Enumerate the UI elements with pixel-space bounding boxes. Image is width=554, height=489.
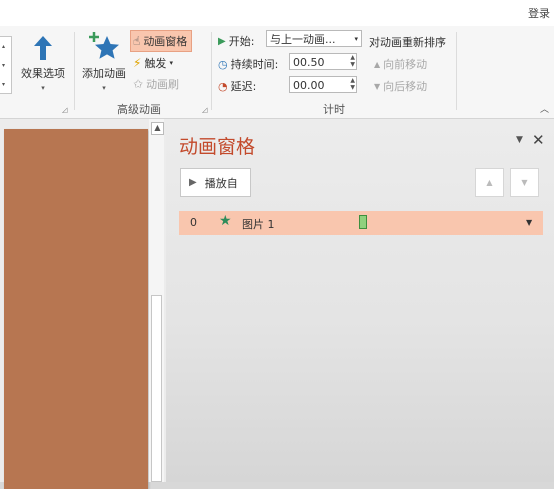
animation-list-item[interactable]: 0 ★ 图片 1 ▼ — [179, 211, 543, 235]
effect-options-button[interactable]: 效果选项 ▾ — [18, 32, 68, 96]
play-from-button[interactable]: ▶ 播放自 — [180, 168, 251, 197]
dialog-launcher-icon[interactable]: ◿ — [202, 106, 207, 114]
spin-arrows-icon[interactable]: ▲ ▼ — [350, 54, 355, 68]
start-dropdown[interactable]: 与上一动画... ▾ — [266, 30, 362, 47]
triangle-up-icon: ▲ — [374, 59, 381, 69]
duration-label: ◷ 持续时间: — [218, 57, 279, 72]
slide-thumbnail-pane: ▲ — [0, 119, 166, 489]
chevron-down-icon: ▾ — [354, 35, 358, 43]
effects-gallery-scroll[interactable]: ▴ ▾ ▾ — [0, 36, 12, 94]
title-bar: 登录 — [0, 0, 554, 26]
add-animation-label: 添加动画 — [82, 67, 126, 80]
triangle-down-icon: ▼ — [374, 81, 381, 91]
animation-painter-label: 动画刷 — [146, 78, 180, 91]
duration-value: 00.50 — [293, 56, 325, 69]
divider — [211, 32, 212, 110]
chevron-down-icon: ▾ — [41, 84, 45, 92]
dialog-launcher-icon[interactable]: ◿ — [62, 106, 67, 114]
move-down-button[interactable]: ▼ — [510, 168, 539, 197]
delay-value: 00.00 — [293, 79, 325, 92]
animation-pane-label: 动画窗格 — [143, 35, 188, 48]
chevron-down-icon[interactable]: ▼ — [526, 218, 532, 227]
animation-pane: 动画窗格 ▼ ✕ ▶ 播放自 ▲ ▼ 0 ★ 图片 1 ▼ — [166, 119, 554, 482]
delay-clock-icon: ◔ — [218, 79, 228, 93]
delay-label: ◔ 延迟: — [218, 79, 257, 94]
play-icon: ▶ — [189, 177, 197, 188]
timing-group-label: 计时 — [323, 103, 345, 116]
scroll-up-icon[interactable]: ▲ — [151, 122, 164, 135]
move-up-button[interactable]: ▲ — [475, 168, 504, 197]
entrance-star-icon: ★ — [219, 213, 232, 229]
slide-thumbnail[interactable] — [4, 129, 148, 489]
animation-pane-icon: ☝ — [133, 34, 141, 48]
effect-options-label: 效果选项 — [21, 67, 65, 80]
close-icon[interactable]: ✕ — [532, 131, 545, 149]
chevron-down-icon: ▾ — [169, 59, 173, 67]
scrollbar-thumb[interactable] — [151, 295, 162, 482]
play-from-label: 播放自 — [204, 176, 238, 190]
add-animation-button[interactable]: 添加动画 ▾ — [78, 30, 130, 96]
painter-icon: ✩ — [133, 77, 144, 91]
start-dropdown-value: 与上一动画... — [270, 33, 336, 46]
advanced-animation-group-label: 高级动画 — [117, 103, 161, 116]
vertical-scrollbar[interactable]: ▲ — [149, 119, 164, 482]
up-arrow-icon — [34, 36, 52, 60]
clock-icon: ◷ — [218, 57, 228, 71]
login-link[interactable]: 登录 — [528, 5, 550, 21]
animation-painter-button[interactable]: ✩ 动画刷 — [133, 76, 179, 92]
play-triangle-icon: ▶ — [218, 35, 226, 47]
lightning-icon: ⚡ — [133, 56, 142, 70]
spin-arrows-icon[interactable]: ▲ ▼ — [350, 77, 355, 91]
collapse-ribbon-icon[interactable]: ︿ — [540, 102, 549, 115]
animation-target-name: 图片 1 — [242, 218, 275, 231]
pane-title: 动画窗格 — [179, 136, 256, 158]
divider — [74, 32, 75, 110]
add-star-icon — [89, 32, 119, 59]
duration-stepper[interactable]: 00.50 ▲ ▼ — [289, 53, 357, 70]
chevron-down-icon: ▾ — [102, 84, 106, 92]
animations-ribbon: ▴ ▾ ▾ 效果选项 ▾ ◿ 添加动画 ▾ ☝ 动画窗格 ⚡ 触发 ▾ ✩ 动画刷 … — [0, 26, 554, 119]
reorder-title: 对动画重新排序 — [369, 36, 446, 49]
move-earlier-button[interactable]: ▲ 向前移动 — [374, 56, 427, 72]
animation-pane-button[interactable]: ☝ 动画窗格 — [130, 30, 193, 52]
start-label: ▶ 开始: — [218, 35, 255, 48]
trigger-label: 触发 — [144, 57, 167, 70]
timing-bar — [359, 215, 367, 229]
delay-stepper[interactable]: 00.00 ▲ ▼ — [289, 76, 357, 93]
animation-index: 0 — [190, 216, 197, 229]
pane-options-icon[interactable]: ▼ — [516, 135, 523, 145]
divider — [456, 32, 457, 110]
move-later-button[interactable]: ▼ 向后移动 — [374, 78, 427, 94]
trigger-button[interactable]: ⚡ 触发 ▾ — [133, 55, 173, 71]
